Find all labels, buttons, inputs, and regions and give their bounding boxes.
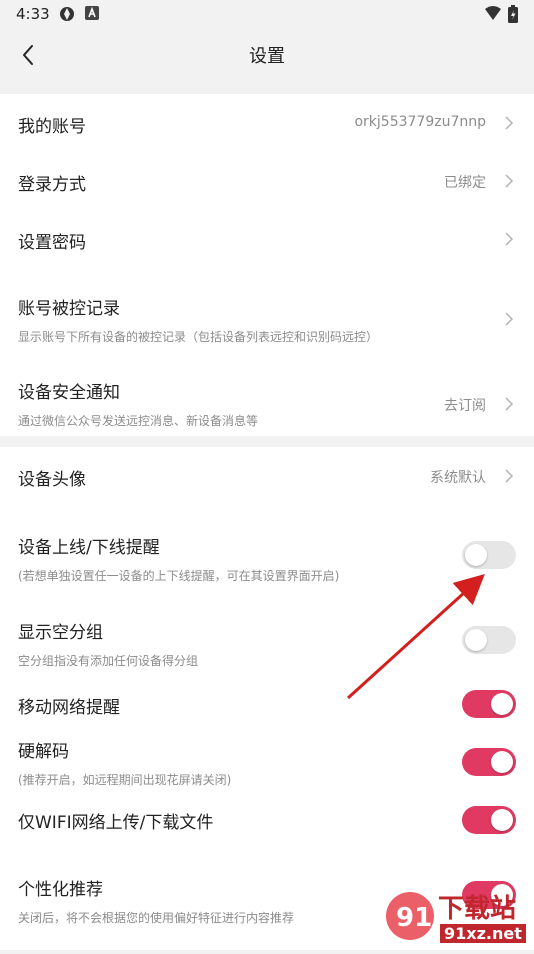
header-bar: 设置 (0, 30, 534, 80)
set-password-row[interactable]: 设置密码 (0, 210, 534, 268)
security-notice-row[interactable]: 设备安全通知 通过微信公众号发送远控消息、新设备消息等 去订阅 (0, 366, 534, 436)
online-offline-reminder-label: 设备上线/下线提醒 (18, 538, 160, 558)
app-notification-icon (58, 5, 76, 27)
a-notification-icon (84, 5, 100, 25)
device-avatar-row[interactable]: 设备头像 系统默认 (0, 447, 534, 507)
my-account-label: 我的账号 (18, 117, 86, 137)
show-empty-group-row: 显示空分组 空分组指没有添加任何设备得分组 (0, 610, 534, 676)
login-method-label: 登录方式 (18, 175, 86, 195)
status-time: 4:33 (16, 5, 50, 23)
mobile-network-reminder-row: 移动网络提醒 (0, 687, 534, 727)
login-method-value: 已绑定 (444, 175, 486, 191)
show-empty-group-desc: 空分组指没有添加任何设备得分组 (18, 654, 199, 668)
device-section: 设备头像 系统默认 设备上线/下线提醒 (若想单独设置任一设备的上下线提醒，可在… (0, 447, 534, 950)
chevron-right-icon (505, 232, 514, 246)
online-offline-reminder-desc: (若想单独设置任一设备的上下线提醒，可在其设置界面开启) (18, 569, 340, 583)
account-section: 我的账号 orkj553779zu7nnp 登录方式 已绑定 设置密码 账号被控… (0, 94, 534, 436)
watermark-title: 下载站 (438, 894, 517, 924)
personalized-recommend-desc: 关闭后，将不会根据您的使用偏好特征进行内容推荐 (18, 911, 295, 925)
wifi-only-transfer-toggle[interactable] (462, 806, 516, 834)
personalized-recommend-label: 个性化推荐 (18, 880, 103, 900)
show-empty-group-toggle[interactable] (462, 626, 516, 654)
chevron-right-icon (505, 116, 514, 130)
chevron-right-icon (505, 174, 514, 188)
watermark-domain: 91xz.net (440, 924, 526, 943)
status-bar: 4:33 (0, 0, 534, 30)
control-record-desc: 显示账号下所有设备的被控记录（包括设备列表远控和识别码远控） (18, 330, 379, 344)
wifi-icon (484, 5, 502, 25)
online-offline-reminder-row: 设备上线/下线提醒 (若想单独设置任一设备的上下线提醒，可在其设置界面开启) (0, 525, 534, 595)
my-account-row[interactable]: 我的账号 orkj553779zu7nnp (0, 94, 534, 152)
site-watermark: 91 下载站 91xz.net (384, 880, 534, 950)
wifi-only-transfer-row: 仅WIFI网络上传/下载文件 (0, 803, 534, 843)
my-account-value: orkj553779zu7nnp (354, 114, 486, 130)
page-title: 设置 (249, 46, 285, 67)
chevron-right-icon (505, 397, 514, 411)
svg-text:91: 91 (396, 903, 432, 933)
battery-icon (508, 5, 518, 27)
device-avatar-label: 设备头像 (18, 470, 86, 490)
online-offline-reminder-toggle[interactable] (462, 541, 516, 569)
hardware-decode-label: 硬解码 (18, 742, 69, 762)
wifi-only-transfer-label: 仅WIFI网络上传/下载文件 (18, 813, 214, 833)
hardware-decode-toggle[interactable] (462, 748, 516, 776)
control-record-label: 账号被控记录 (18, 299, 120, 319)
hardware-decode-desc: (推荐开启，如远程期间出现花屏请关闭) (18, 773, 232, 787)
chevron-right-icon (505, 312, 514, 326)
show-empty-group-label: 显示空分组 (18, 623, 103, 643)
mobile-network-reminder-label: 移动网络提醒 (18, 698, 120, 718)
device-avatar-value: 系统默认 (430, 470, 486, 486)
subscribe-link[interactable]: 去订阅 (444, 395, 486, 415)
login-method-row[interactable]: 登录方式 已绑定 (0, 152, 534, 210)
hardware-decode-row: 硬解码 (推荐开启，如远程期间出现花屏请关闭) (0, 735, 534, 791)
mobile-network-reminder-toggle[interactable] (462, 690, 516, 718)
security-notice-desc: 通过微信公众号发送远控消息、新设备消息等 (18, 414, 259, 428)
set-password-label: 设置密码 (18, 233, 86, 253)
chevron-right-icon (505, 469, 514, 483)
security-notice-label: 设备安全通知 (18, 383, 120, 403)
control-record-row[interactable]: 账号被控记录 显示账号下所有设备的被控记录（包括设备列表远控和识别码远控） (0, 284, 534, 354)
